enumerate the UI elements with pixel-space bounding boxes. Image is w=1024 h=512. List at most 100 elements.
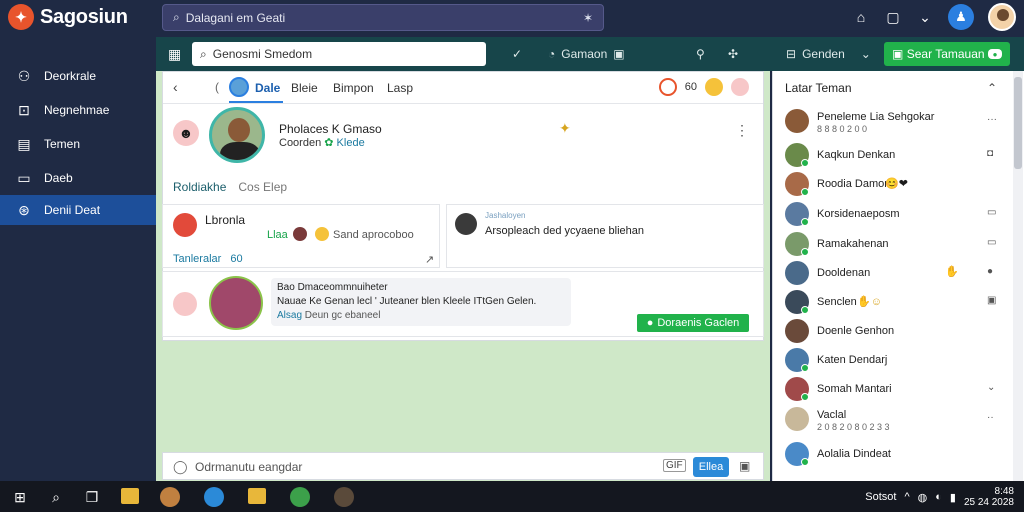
chevron-up-icon[interactable]: ⌃ xyxy=(987,81,997,95)
profile-avatar[interactable] xyxy=(209,107,265,163)
box-icon[interactable]: ▣ xyxy=(987,295,996,306)
task-view-icon[interactable]: ❐ xyxy=(82,487,102,507)
primary-cta-button[interactable]: ▣ Sear Tamauan ● xyxy=(884,42,1010,66)
subtab-2[interactable]: Cos Elep xyxy=(238,180,287,194)
camera-icon[interactable]: ▣ xyxy=(739,459,750,473)
friend-item[interactable]: Katen Dendarj xyxy=(773,346,1011,374)
subtab-1[interactable]: Roldiakhe xyxy=(173,180,226,194)
window-icon[interactable]: ▢ xyxy=(884,9,902,26)
card3-link[interactable]: Alsag Deun gc ebaneel xyxy=(277,310,380,321)
toolbar-search[interactable]: ⌕ Genosmi Smedom xyxy=(192,42,486,66)
clock-icon: ◔ xyxy=(548,47,556,61)
badge-icon[interactable]: ✦ xyxy=(559,120,571,137)
tab-2[interactable]: Bleie xyxy=(291,81,318,95)
friend-item[interactable]: Korsidenaeposm ▭ xyxy=(773,200,1011,228)
online-dot-icon xyxy=(801,393,809,401)
sidebar-item-2[interactable]: ⊡ Negnehmae xyxy=(0,95,156,125)
card3-action-button[interactable]: ● Doraenis Gaclen xyxy=(637,314,749,332)
main-content: ‹ ( Dale Bleie Bimpon Lasp 60 ☻ Pholaces… xyxy=(156,71,770,481)
user-icon[interactable]: ⚲ xyxy=(696,47,705,61)
friend-item[interactable]: Somah Mantari ⌄ xyxy=(773,375,1011,403)
card1-meta: Sand aprocoboo xyxy=(333,229,414,241)
tab-1[interactable]: Dale xyxy=(255,81,280,95)
more-options-icon[interactable]: ⋮ xyxy=(735,122,749,139)
profile-sub-link[interactable]: Klede xyxy=(337,137,365,149)
folder-icon[interactable] xyxy=(248,488,266,504)
whatsapp-icon: ● xyxy=(646,317,654,329)
toolbar-dropdown[interactable]: ⊟ Genden ⌄ xyxy=(786,47,871,61)
friend-item[interactable]: Peneleme Lia Sehgokar 8 8 8 0 2 0 0 ··· xyxy=(773,107,1011,135)
friend-item[interactable]: Dooldenan ✋ ● xyxy=(773,259,1011,287)
composer-input[interactable]: Odrmanutu eangdar xyxy=(195,460,302,474)
emoji-face-icon[interactable]: ☻ xyxy=(173,120,199,146)
sidebar-item-5[interactable]: ⊛ Denii Deat xyxy=(0,195,156,225)
video-icon[interactable]: ▭ xyxy=(987,207,996,218)
friend-item[interactable]: Aolalia Dindeat xyxy=(773,440,1011,468)
scrollbar-thumb[interactable] xyxy=(1014,77,1022,169)
app-icon[interactable] xyxy=(160,487,180,507)
more-icon[interactable]: ··· xyxy=(987,114,997,125)
friend-item[interactable]: Vaclal 2 0 8 2 0 8 0 2 3 3 ·· xyxy=(773,405,1011,433)
notification-bell-icon[interactable]: ♟ xyxy=(948,4,974,30)
check-icon[interactable]: ✓ xyxy=(512,47,522,61)
chat-icon[interactable]: ◘ xyxy=(987,148,993,159)
top-search-bar[interactable]: ⌕ Dalagani em Geati ✶ xyxy=(162,4,604,31)
tab-3[interactable]: Bimpon xyxy=(333,81,374,95)
send-button[interactable]: Ellea xyxy=(693,457,729,477)
reaction-avatar-icon xyxy=(293,227,307,241)
card1-link[interactable]: Tanleralar 60 xyxy=(173,253,243,265)
scrollbar[interactable] xyxy=(1013,71,1023,481)
friend-item[interactable]: Kaqkun Denkan ◘ xyxy=(773,141,1011,169)
friend-item[interactable]: Ramakahenan ▭ xyxy=(773,230,1011,258)
reaction-icon[interactable] xyxy=(658,78,677,96)
avatar-small-icon[interactable] xyxy=(731,78,749,96)
friend-item[interactable]: Roodia Damon 😊❤ xyxy=(773,170,1011,198)
windows-start-icon[interactable]: ⊞ xyxy=(10,487,30,507)
profile-app-icon[interactable] xyxy=(334,487,354,507)
sub-tabs: Roldiakhe Cos Elep xyxy=(173,180,287,194)
friend-sub: 2 0 8 2 0 8 0 2 3 3 xyxy=(817,422,890,432)
user-avatar[interactable] xyxy=(988,3,1016,31)
network-icon[interactable]: ◍ xyxy=(918,491,928,504)
gif-button[interactable]: GIF xyxy=(663,459,686,472)
grid-icon[interactable]: ▦ xyxy=(168,46,181,63)
star-icon[interactable]: ✶ xyxy=(583,11,593,25)
more-icon[interactable]: ·· xyxy=(987,412,994,423)
volume-icon[interactable]: ◐ xyxy=(935,491,942,503)
status-circle-icon[interactable]: ● xyxy=(987,266,993,277)
chevron-down-icon[interactable]: ⌄ xyxy=(916,9,934,26)
sidebar-item-4[interactable]: ▭ Daeb xyxy=(0,163,156,193)
sidebar-item-3[interactable]: ▤ Temen xyxy=(0,129,156,159)
post-photo[interactable] xyxy=(209,276,263,330)
tab-4[interactable]: Lasp xyxy=(387,81,413,95)
search-icon[interactable]: ⌕ xyxy=(46,487,66,507)
friend-item[interactable]: Senclen ✋☺ ▣ xyxy=(773,288,1011,316)
home-icon[interactable]: ⌂ xyxy=(852,9,870,25)
profile-header: ☻ Pholaces K Gmaso Coorden ✿ Klede ✦ ⋮ xyxy=(163,104,763,174)
arrow-icon[interactable]: ↗ xyxy=(425,253,434,266)
chevron-down-icon[interactable]: ⌄ xyxy=(987,382,995,393)
message-icon[interactable]: ▭ xyxy=(987,237,996,248)
emoji-icon[interactable] xyxy=(705,78,723,96)
online-dot-icon xyxy=(801,159,809,167)
app-logo[interactable]: ✦ Sagosiun xyxy=(8,4,128,30)
friend-item[interactable]: Doenle Genhon xyxy=(773,317,1011,345)
system-clock[interactable]: 8:48 25 24 2028 xyxy=(964,486,1014,508)
card3-link-rest: Deun gc ebaneel xyxy=(304,310,381,321)
back-arrow-icon[interactable]: ‹ xyxy=(173,79,178,95)
system-tray: Sotsot ^ ◍ ◐ ▮ 8:48 25 24 2028 xyxy=(865,486,1014,508)
toolbar-item[interactable]: ◔ Gamaon ▣ xyxy=(548,47,625,61)
calendar-icon: ▤ xyxy=(17,135,31,152)
toolbar-search-input[interactable]: Genosmi Smedom xyxy=(213,47,312,61)
chrome-icon[interactable] xyxy=(290,487,310,507)
battery-icon[interactable]: ▮ xyxy=(950,491,956,504)
chat-app-icon[interactable] xyxy=(204,487,224,507)
tab-bar: ‹ ( Dale Bleie Bimpon Lasp 60 xyxy=(163,72,763,104)
tray-label[interactable]: Sotsot xyxy=(865,491,896,503)
file-explorer-icon[interactable] xyxy=(121,488,139,504)
sidebar-item-1[interactable]: ⚇ Deorkrale xyxy=(0,61,156,91)
chevron-up-icon[interactable]: ^ xyxy=(904,491,909,503)
top-search-input[interactable]: Dalagani em Geati xyxy=(186,11,577,25)
share-icon[interactable]: ✣ xyxy=(728,47,738,61)
author-avatar[interactable] xyxy=(455,213,477,235)
